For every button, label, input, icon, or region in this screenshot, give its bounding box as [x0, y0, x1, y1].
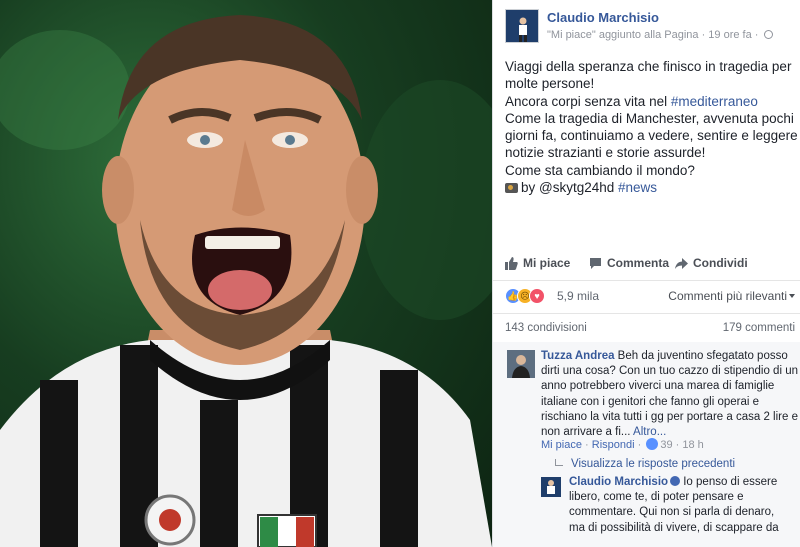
comment-sort-dropdown[interactable]: Commenti più rilevanti	[668, 289, 795, 303]
comment-button[interactable]: Commenta	[589, 256, 669, 270]
comment-icon	[590, 257, 601, 269]
comment-text-line: italiane con i genitori che fanno gli op…	[541, 395, 760, 408]
comment-time: 18 h	[682, 439, 704, 451]
post-text-segment: molte persone!	[505, 76, 595, 92]
author-name[interactable]: Claudio Marchisio	[547, 10, 659, 25]
reactions-bar: 👍 ☹ ♥ 5,9 mila Commenti più rilevanti	[505, 288, 795, 306]
commenter-name[interactable]: Tuzza Andrea	[541, 350, 614, 362]
comment-like-count[interactable]: 39	[660, 439, 672, 451]
commenter-avatar[interactable]	[507, 350, 535, 378]
comment-sort-label: Commenti più rilevanti	[668, 289, 787, 303]
post-meta-text: "Mi piace" aggiunto alla Pagina · 19 ore…	[547, 29, 759, 41]
post-text: Viaggi della speranza che finisco in tra…	[505, 58, 798, 196]
post-text-line: molte persone!	[505, 75, 795, 92]
comment-body: Tuzza Andrea Beh da juventino sfegatato …	[541, 349, 798, 440]
like-button[interactable]: Mi piace	[505, 256, 570, 270]
post-text-line: by @skytg24hd #news	[505, 179, 795, 196]
post-text-line: Come sta cambiando il mondo?	[505, 162, 795, 179]
photo-illustration	[0, 15, 492, 547]
share-arrow-icon	[675, 257, 688, 269]
comment-text-first-line: Beh da juventino sfegatato posso	[614, 350, 788, 362]
comment-count[interactable]: 179 commenti	[723, 322, 795, 334]
see-more-link[interactable]: Altro...	[633, 426, 666, 438]
verified-badge-icon	[670, 476, 681, 486]
reaction-count[interactable]: 5,9 mila	[557, 289, 599, 303]
caret-down-icon	[789, 294, 795, 298]
comment-like-link[interactable]: Mi piace	[541, 439, 582, 451]
like-label: Mi piace	[523, 256, 571, 270]
share-count[interactable]: 143 condivisioni	[505, 322, 587, 334]
comment-line: Tuzza Andrea Beh da juventino sfegatato …	[541, 349, 791, 364]
comment-reply-link[interactable]: Rispondi	[592, 439, 635, 451]
view-previous-replies[interactable]: Visualizza le risposte precedenti	[555, 458, 735, 470]
post-text-segment: Come sta cambiando il mondo?	[505, 162, 695, 178]
comment-text-line: commentare. Qui non si parla di denaro,	[569, 506, 775, 519]
reply-text-first-line: Io penso di essere	[680, 476, 778, 488]
post-meta: "Mi piace" aggiunto alla Pagina · 19 ore…	[547, 29, 773, 41]
reaction-icons[interactable]: 👍 ☹ ♥	[505, 288, 545, 304]
post-text-line: giorni fa, continuiamo a vedere, sentire…	[505, 127, 798, 144]
comment-text-line: dirti una cosa? Con un tuo cazzo di stip…	[541, 365, 798, 378]
reply-line: Claudio Marchisio Io penso di essere	[569, 475, 793, 490]
comments-section: Tuzza Andrea Beh da juventino sfegatato …	[493, 342, 800, 547]
post-text-segment: by @skytg24hd	[521, 180, 619, 196]
camera-emoji-icon	[505, 183, 518, 194]
reply-text-lines: libero, come te, di poter pensare e comme…	[569, 490, 793, 536]
hashtag-link[interactable]: #mediterraneo	[671, 94, 758, 109]
share-button[interactable]: Condividi	[675, 256, 748, 270]
post-header: Claudio Marchisio "Mi piace" aggiunto al…	[505, 9, 795, 43]
post-text-segment: giorni fa, continuiamo a vedere, sentire…	[505, 128, 798, 144]
post-text-segment: Viaggi della speranza che finisco in tra…	[505, 59, 792, 74]
hashtag-link[interactable]: #news	[618, 180, 657, 195]
comment-text-line: rischiano la vita tutti i gg per portare…	[541, 410, 798, 423]
globe-icon	[763, 30, 773, 39]
post-text-segment: notizie strazianti e storie assurde!	[505, 145, 706, 161]
avatar-figure	[519, 17, 527, 42]
divider	[493, 280, 800, 281]
thumbs-up-icon	[505, 256, 518, 270]
post-actions: Mi piace Commenta Condividi	[505, 254, 795, 274]
reply-avatar-image	[541, 477, 561, 497]
reply-body: Claudio Marchisio Io penso di essere lib…	[569, 475, 793, 536]
comment-text-last-line: non arrivare a fi...	[541, 426, 634, 439]
comment-meta: Mi piace · Rispondi · 39 · 18 h	[541, 438, 704, 451]
post-text-line: notizie strazianti e storie assurde!	[505, 144, 795, 161]
comment-label: Commenta	[607, 256, 670, 270]
post-counts: 143 condivisioni 179 commenti	[505, 322, 795, 334]
thumbs-up-icon	[646, 438, 659, 450]
post-text-line: Ancora corpi senza vita nel #mediterrane…	[505, 93, 795, 110]
commenter-avatar-image	[507, 350, 535, 378]
post-panel: Claudio Marchisio "Mi piace" aggiunto al…	[492, 0, 800, 547]
view-previous-replies-label: Visualizza le risposte precedenti	[571, 458, 736, 470]
comment-text-lines: dirti una cosa? Con un tuo cazzo di stip…	[541, 364, 798, 425]
post-text-line: Come la tragedia di Manchester, avvenuta…	[505, 110, 795, 127]
reply-arrow-icon	[555, 459, 563, 466]
love-reaction-icon: ♥	[529, 288, 545, 304]
author-avatar[interactable]	[505, 9, 539, 43]
share-label: Condividi	[693, 256, 748, 270]
post-text-segment: Come la tragedia di Manchester, avvenuta…	[505, 110, 794, 126]
divider	[493, 313, 800, 314]
post-photo[interactable]	[0, 0, 492, 547]
reply-author-name[interactable]: Claudio Marchisio	[569, 476, 668, 488]
comment-text-line: anno potrebbero viverci una marea di fam…	[541, 380, 775, 393]
comment-text-line: libero, come te, di poter pensare e	[569, 491, 744, 504]
comment-text-line: ma di possibilità di vivere, di scappare…	[569, 521, 779, 534]
post-text-segment: Ancora corpi senza vita nel	[505, 93, 671, 109]
reply-avatar[interactable]	[541, 477, 561, 497]
post-text-line: Viaggi della speranza che finisco in tra…	[505, 58, 795, 75]
